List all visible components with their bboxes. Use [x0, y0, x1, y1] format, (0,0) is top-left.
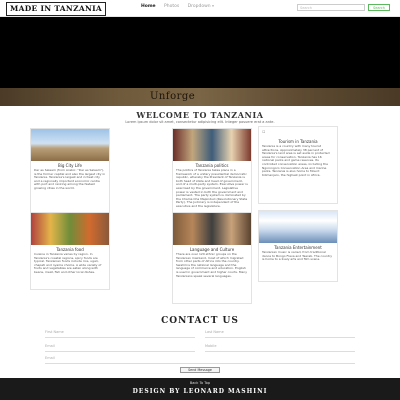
mobile-field[interactable]: Mobile — [205, 342, 355, 352]
chevron-down-icon: ▾ — [212, 4, 214, 8]
nav-dropdown-label: Dropdown — [187, 4, 211, 9]
welcome-subtitle: Lorem ipsum dolor sit amet, consectetur … — [125, 120, 275, 124]
hero-caption: Unforge — [150, 91, 196, 102]
language-image — [173, 213, 251, 245]
nav-home[interactable]: Home — [141, 4, 156, 9]
site-logo[interactable]: MADE IN TANZANIA — [6, 2, 107, 16]
card-tourism-text: Tanzania is a country with many tourist … — [262, 144, 330, 177]
card-language: Language and Culture There are over 120 … — [172, 212, 252, 304]
hero-banner: Unforge — [0, 17, 400, 106]
city-image — [31, 129, 109, 161]
card-city-text: Dar es Salaam (from Arabic: "Dar es Sala… — [34, 168, 106, 190]
card-tourism: ▫ Tourism in Tanzania Tanzania is a coun… — [258, 126, 338, 204]
send-message-button[interactable]: Send Message — [180, 367, 220, 373]
first-name-field[interactable]: First Name — [45, 328, 195, 338]
card-food: Tanzania food Cuisine in Tanzania varies… — [30, 212, 110, 290]
navbar: MADE IN TANZANIA Home Photos Dropdown ▾ … — [0, 0, 400, 17]
nav-photos[interactable]: Photos — [164, 4, 179, 9]
nav-dropdown[interactable]: Dropdown ▾ — [188, 4, 214, 9]
search-button[interactable]: Search — [368, 4, 390, 11]
card-entertainment-text: Tanzanian music is varied, from traditio… — [262, 250, 333, 262]
email-field[interactable]: Email — [45, 342, 195, 352]
hero-image-strip — [0, 88, 400, 106]
welcome-title: WELCOME TO TANZANIA — [136, 110, 264, 120]
broken-image-icon: ▫ — [262, 129, 266, 135]
footer-credit: DESIGN BY LEONARD MASHINI — [132, 388, 268, 395]
last-name-field[interactable]: Last Name — [205, 328, 355, 338]
politics-image — [173, 129, 251, 161]
card-food-text: Cuisine in Tanzania varies by region. In… — [34, 252, 102, 274]
card-politics-text: The politics of Tanzania takes place in … — [176, 168, 248, 208]
message-field[interactable]: Email — [45, 354, 355, 364]
card-language-text: There are over 120 ethnic groups on the … — [176, 252, 247, 278]
food-image — [31, 213, 109, 245]
entertainment-image — [259, 211, 337, 243]
footer: Back To Top DESIGN BY LEONARD MASHINI — [0, 378, 400, 400]
contact-title: CONTACT US — [161, 316, 239, 326]
card-entertainment: Tanzania Entertainment Tanzanian music i… — [258, 210, 338, 282]
nav-links: Home Photos Dropdown ▾ — [141, 4, 221, 9]
back-to-top-link[interactable]: Back To Top — [0, 381, 400, 385]
search-input[interactable]: Search — [297, 4, 365, 11]
